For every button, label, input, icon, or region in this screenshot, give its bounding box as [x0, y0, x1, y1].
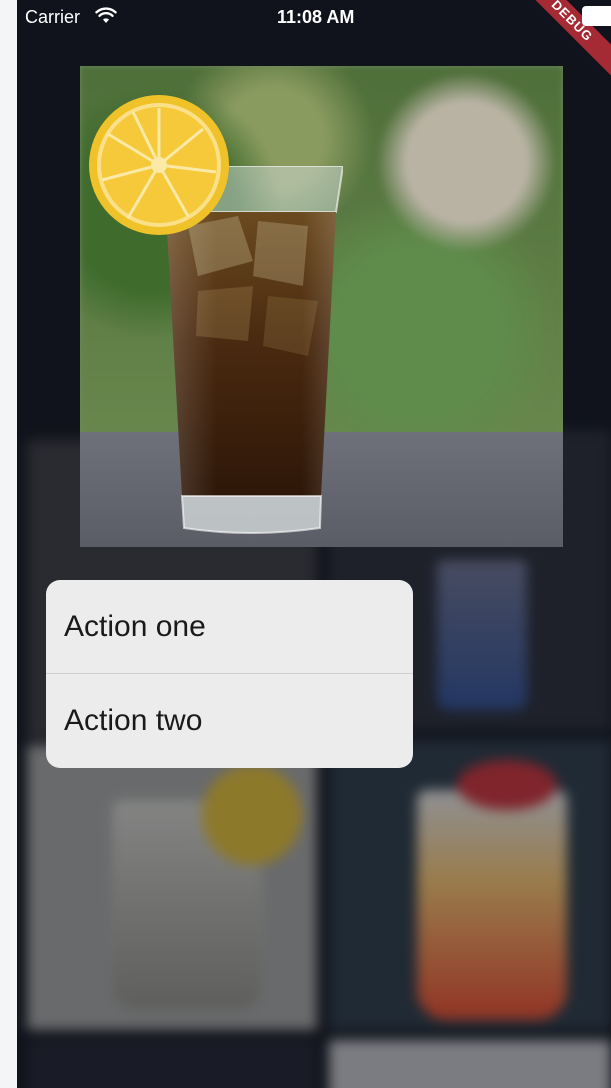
menu-item-action-two[interactable]: Action two [46, 674, 413, 767]
wifi-icon [95, 7, 117, 30]
lemon-slice-image [89, 95, 229, 235]
battery-icon [582, 6, 611, 26]
carrier-label: Carrier [25, 7, 81, 27]
drink-preview-image [80, 66, 563, 547]
status-bar: Carrier 11:08 AM [17, 0, 611, 36]
clock: 11:08 AM [277, 7, 355, 27]
menu-item-action-one[interactable]: Action one [46, 580, 413, 673]
context-menu: Action one Action two [46, 580, 413, 768]
